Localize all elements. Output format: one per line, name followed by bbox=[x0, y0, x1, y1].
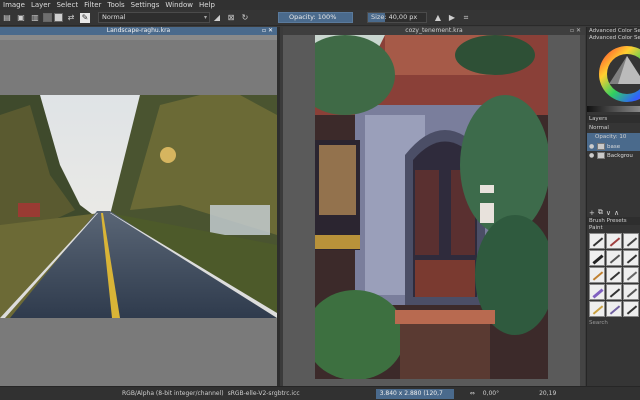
layer-name: base bbox=[607, 143, 621, 150]
color-selector-title: Advanced Color Sel bbox=[589, 35, 640, 41]
vertical-scrollbar[interactable] bbox=[580, 35, 585, 386]
document-tab-title[interactable]: Landscape-raghu.kra bbox=[0, 27, 277, 35]
mirror-status-icon[interactable]: ⇔ bbox=[470, 390, 475, 397]
layer-actions: + ⧉ ∨ ∧ bbox=[587, 208, 640, 217]
brush-preset[interactable] bbox=[606, 233, 622, 249]
brush-preset[interactable] bbox=[589, 250, 605, 266]
brush-preset[interactable] bbox=[606, 267, 622, 283]
brush-preset-icon[interactable]: ✎ bbox=[80, 12, 90, 23]
size-label: Size: 40,00 px bbox=[371, 13, 418, 21]
krita-window: Image Layer Select Filter Tools Settings… bbox=[0, 0, 640, 400]
menu-layer[interactable]: Layer bbox=[28, 0, 54, 10]
brush-preset[interactable] bbox=[606, 250, 622, 266]
document-window-controls[interactable]: ▫ ✕ bbox=[262, 27, 273, 35]
color-selector-header[interactable]: Advanced Color Se bbox=[587, 27, 640, 35]
swap-colors-icon[interactable]: ⇄ bbox=[66, 13, 76, 23]
brush-preset[interactable] bbox=[589, 233, 605, 249]
blend-mode-select[interactable]: Normal ▾ bbox=[98, 12, 210, 23]
brush-tag-select[interactable]: Paint bbox=[587, 225, 640, 232]
layer-blend-mode[interactable]: Normal bbox=[587, 123, 640, 133]
document-scroll-area bbox=[0, 35, 277, 40]
eye-icon[interactable]: ● bbox=[589, 143, 595, 150]
image-size-label: 3.840 x 2.880 (120,7 MiB) bbox=[375, 388, 454, 400]
alpha-lock-icon[interactable]: ⊠ bbox=[226, 13, 236, 23]
foreground-swatch[interactable] bbox=[43, 13, 52, 22]
menu-settings[interactable]: Settings bbox=[128, 0, 163, 10]
file-icon[interactable]: ▤ bbox=[2, 13, 12, 23]
brush-preset[interactable] bbox=[623, 250, 639, 266]
menu-tools[interactable]: Tools bbox=[104, 0, 127, 10]
tenement-canvas[interactable] bbox=[315, 35, 548, 379]
layer-row-background[interactable]: ● Backgrou bbox=[587, 151, 640, 160]
document-view-landscape[interactable]: Landscape-raghu.kra ▫ ✕ bbox=[0, 27, 280, 386]
brush-preset[interactable] bbox=[623, 233, 639, 249]
document-tab-title[interactable]: cozy_tenement.kra bbox=[283, 27, 585, 35]
document-view-tenement[interactable]: cozy_tenement.kra ▫ ✕ bbox=[283, 27, 585, 386]
brush-preset[interactable] bbox=[606, 284, 622, 300]
save-icon[interactable]: ▣ bbox=[16, 13, 26, 23]
menu-help[interactable]: Help bbox=[196, 0, 218, 10]
color-profile-label: sRGB-elle-V2-srgbtrc.icc bbox=[227, 390, 300, 397]
gradient-icon[interactable]: ▥ bbox=[30, 13, 40, 23]
eraser-icon[interactable]: ◢ bbox=[212, 13, 222, 23]
layer-row-base[interactable]: ● base bbox=[587, 142, 640, 151]
menu-filter[interactable]: Filter bbox=[81, 0, 104, 10]
chevron-down-icon: ▾ bbox=[203, 14, 207, 21]
status-bar: RGB/Alpha (8-bit integer/channel) sRGB-e… bbox=[0, 386, 640, 400]
brush-preset[interactable] bbox=[589, 284, 605, 300]
wrap-icon[interactable]: ▶ bbox=[447, 13, 457, 23]
opacity-label: Opacity: 100% bbox=[289, 13, 337, 21]
brush-preset[interactable] bbox=[623, 284, 639, 300]
menu-select[interactable]: Select bbox=[53, 0, 81, 10]
opacity-slider[interactable]: Opacity: 100% bbox=[278, 12, 353, 23]
menu-image[interactable]: Image bbox=[0, 0, 28, 10]
color-mode-label: RGB/Alpha (8-bit integer/channel) bbox=[122, 390, 224, 397]
brush-preset[interactable] bbox=[589, 267, 605, 283]
brush-preset-grid bbox=[587, 232, 640, 318]
brush-preset[interactable] bbox=[606, 301, 622, 317]
layer-thumbnail bbox=[597, 152, 605, 159]
rotation-label[interactable]: 0,00° bbox=[483, 390, 499, 397]
brush-preset[interactable] bbox=[589, 301, 605, 317]
menu-bar: Image Layer Select Filter Tools Settings… bbox=[0, 0, 640, 10]
brush-preset[interactable] bbox=[623, 267, 639, 283]
move-down-icon[interactable]: ∨ bbox=[606, 209, 611, 217]
reload-icon[interactable]: ↻ bbox=[240, 13, 250, 23]
color-wheel[interactable] bbox=[587, 42, 640, 106]
crop-icon[interactable]: ⌗ bbox=[461, 13, 471, 23]
brush-presets-header[interactable]: Brush Presets bbox=[587, 217, 640, 225]
duplicate-layer-icon[interactable]: ⧉ bbox=[598, 208, 603, 217]
tool-options-bar: ▤ ▣ ▥ ⇄ ✎ Normal ▾ ◢ ⊠ ↻ Opacity: 100% S… bbox=[0, 10, 640, 26]
layer-name: Backgrou bbox=[607, 152, 633, 159]
menu-window[interactable]: Window bbox=[162, 0, 196, 10]
mirror-icon[interactable]: ▲ bbox=[433, 13, 443, 23]
move-up-icon[interactable]: ∧ bbox=[614, 209, 619, 217]
eye-icon[interactable]: ● bbox=[589, 152, 595, 159]
layer-opacity-slider[interactable]: Opacity: 10 bbox=[587, 133, 640, 142]
size-slider[interactable]: Size: 40,00 px bbox=[367, 12, 427, 23]
layers-header[interactable]: Layers bbox=[587, 115, 640, 123]
brush-preset[interactable] bbox=[623, 301, 639, 317]
docker-panel: Advanced Color Se Advanced Color Sel Lay… bbox=[586, 27, 640, 386]
background-swatch[interactable] bbox=[54, 13, 63, 22]
brush-search-field[interactable]: Search bbox=[587, 320, 640, 327]
document-window-controls[interactable]: ▫ ✕ bbox=[570, 27, 581, 35]
add-layer-icon[interactable]: + bbox=[589, 209, 595, 217]
zoom-label[interactable]: 20,19 bbox=[539, 390, 556, 397]
blend-mode-value: Normal bbox=[102, 13, 126, 21]
layer-thumbnail bbox=[597, 143, 605, 150]
landscape-canvas[interactable] bbox=[0, 95, 277, 318]
